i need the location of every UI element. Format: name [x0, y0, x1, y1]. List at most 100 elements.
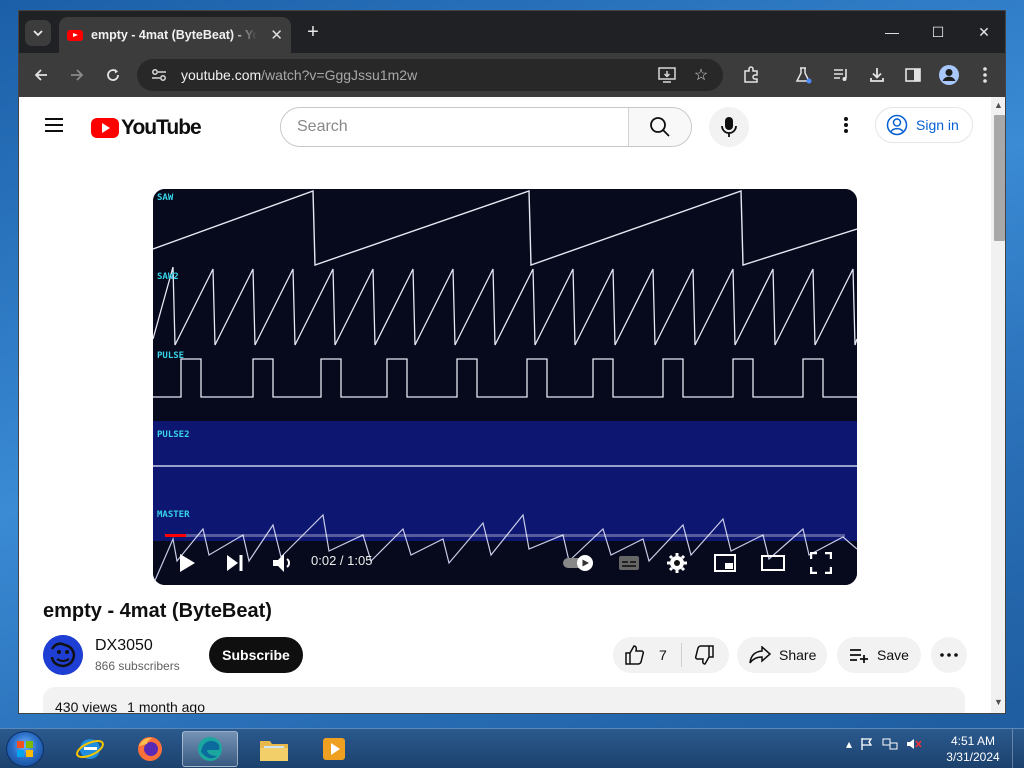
browser-tab-active[interactable]: empty - 4mat (ByteBeat) - YouTube ✕ — [59, 17, 291, 53]
side-panel-icon[interactable] — [899, 61, 927, 89]
share-icon — [749, 646, 771, 664]
mute-button[interactable] — [267, 547, 299, 579]
search-box — [280, 107, 692, 147]
labs-flask-icon[interactable] — [789, 61, 817, 89]
browser-toolbar: youtube.com /watch?v=GggJssu1m2w ☆ — [19, 53, 1005, 97]
start-button[interactable] — [6, 731, 44, 767]
extensions-icon[interactable] — [737, 61, 765, 89]
back-button[interactable] — [27, 61, 55, 89]
scroll-down-arrow-icon[interactable]: ▼ — [994, 697, 1004, 707]
more-actions-button[interactable] — [931, 637, 967, 673]
miniplayer-button[interactable] — [709, 547, 741, 579]
minimize-button[interactable]: — — [869, 19, 915, 45]
play-icon — [180, 554, 195, 572]
url-domain: youtube.com — [181, 67, 262, 83]
theater-mode-icon — [761, 555, 785, 571]
channel-name[interactable]: DX3050 — [95, 637, 153, 655]
close-window-button[interactable]: ✕ — [961, 19, 1005, 45]
channel-avatar[interactable] — [43, 635, 83, 675]
taskbar-edge[interactable] — [182, 731, 238, 767]
video-title: empty - 4mat (ByteBeat) — [43, 600, 272, 622]
fullscreen-icon — [810, 552, 832, 574]
save-button[interactable]: Save — [837, 637, 921, 673]
media-control-icon[interactable] — [827, 61, 855, 89]
description-box[interactable]: 430 views 1 month ago — [43, 687, 965, 714]
autoplay-toggle[interactable] — [561, 547, 597, 579]
sign-in-label: Sign in — [916, 117, 959, 133]
skip-next-icon — [227, 555, 243, 571]
taskbar-clock[interactable]: 4:51 AM 3/31/2024 — [940, 733, 1006, 765]
video-player[interactable]: SAW SAW2 PULSE PULSE2 MASTER 0:02 / 1:05 — [153, 189, 857, 585]
scroll-thumb[interactable] — [994, 115, 1005, 241]
taskbar-media-player[interactable] — [306, 731, 362, 767]
clock-time: 4:51 AM — [950, 734, 996, 748]
share-button[interactable]: Share — [737, 637, 827, 673]
voice-search-button[interactable] — [709, 107, 749, 147]
channel-avatar-icon — [43, 635, 83, 675]
volume-muted-icon[interactable] — [906, 737, 922, 751]
sign-in-button[interactable]: Sign in — [875, 107, 973, 143]
new-tab-button[interactable]: + — [301, 20, 325, 44]
scroll-up-arrow-icon[interactable]: ▲ — [994, 100, 1004, 110]
thumbs-up-icon — [625, 645, 645, 665]
youtube-favicon-icon — [67, 29, 83, 41]
maximize-button[interactable]: ☐ — [915, 19, 961, 45]
search-button[interactable] — [628, 108, 691, 146]
fullscreen-button[interactable] — [805, 547, 837, 579]
share-label: Share — [779, 647, 817, 663]
settings-more-button[interactable] — [834, 113, 858, 137]
browser-menu-icon[interactable] — [971, 61, 999, 89]
theater-mode-button[interactable] — [757, 547, 789, 579]
search-icon — [650, 117, 670, 137]
play-button[interactable] — [171, 547, 203, 579]
taskbar-firefox[interactable] — [122, 731, 178, 767]
playlist-add-icon — [850, 649, 868, 663]
install-app-icon[interactable] — [653, 61, 681, 89]
tab-strip: empty - 4mat (ByteBeat) - YouTube ✕ + — … — [19, 11, 1005, 53]
miniplayer-icon — [714, 554, 736, 572]
windows-logo-icon — [17, 741, 33, 757]
bookmark-star-icon[interactable]: ☆ — [687, 61, 715, 89]
youtube-logo[interactable]: YouTube — [91, 116, 202, 140]
show-desktop-button[interactable] — [1012, 729, 1024, 768]
action-center-flag-icon[interactable] — [860, 737, 874, 751]
tab-search-button[interactable] — [25, 20, 51, 46]
view-count: 430 views — [55, 699, 118, 714]
guide-menu-icon[interactable] — [43, 115, 65, 133]
page-scrollbar[interactable]: ▲ ▼ — [991, 97, 1005, 713]
dislike-button[interactable] — [682, 645, 726, 665]
taskbar-file-explorer[interactable] — [246, 731, 302, 767]
show-hidden-icons-icon[interactable]: ▴ — [846, 737, 852, 751]
like-button[interactable]: 7 — [613, 643, 682, 667]
address-bar[interactable]: youtube.com /watch?v=GggJssu1m2w ☆ — [137, 59, 723, 91]
subscriber-count: 866 subscribers — [95, 659, 180, 673]
site-info-icon[interactable] — [149, 65, 169, 85]
autoplay-toggle-icon — [563, 555, 593, 571]
microphone-icon — [721, 117, 737, 137]
network-icon[interactable] — [882, 737, 898, 751]
system-tray: ▴ — [846, 737, 922, 751]
masthead: YouTube Sign in — [19, 97, 991, 153]
youtube-play-logo-icon — [91, 118, 119, 138]
tab-close-icon[interactable]: ✕ — [270, 26, 283, 44]
profile-avatar-icon[interactable] — [935, 61, 963, 89]
next-button[interactable] — [219, 547, 251, 579]
progress-bar[interactable] — [165, 534, 845, 537]
forward-arrow-icon — [71, 69, 84, 81]
media-player-icon — [323, 738, 345, 760]
save-label: Save — [877, 647, 909, 663]
forward-button[interactable] — [63, 61, 91, 89]
downloads-icon[interactable] — [863, 61, 891, 89]
subtitles-button[interactable] — [613, 547, 645, 579]
taskbar: ▴ 4:51 AM 3/31/2024 — [0, 728, 1024, 768]
account-circle-icon — [886, 114, 908, 136]
search-input[interactable] — [281, 108, 628, 146]
subscribe-button[interactable]: Subscribe — [209, 637, 303, 673]
back-arrow-icon — [34, 69, 47, 81]
time-display: 0:02 / 1:05 — [311, 553, 373, 568]
taskbar-internet-explorer[interactable] — [62, 731, 118, 767]
wave-label-saw: SAW — [157, 193, 174, 203]
reload-button[interactable] — [99, 61, 127, 89]
internet-explorer-icon — [76, 739, 104, 759]
settings-button[interactable] — [661, 547, 693, 579]
